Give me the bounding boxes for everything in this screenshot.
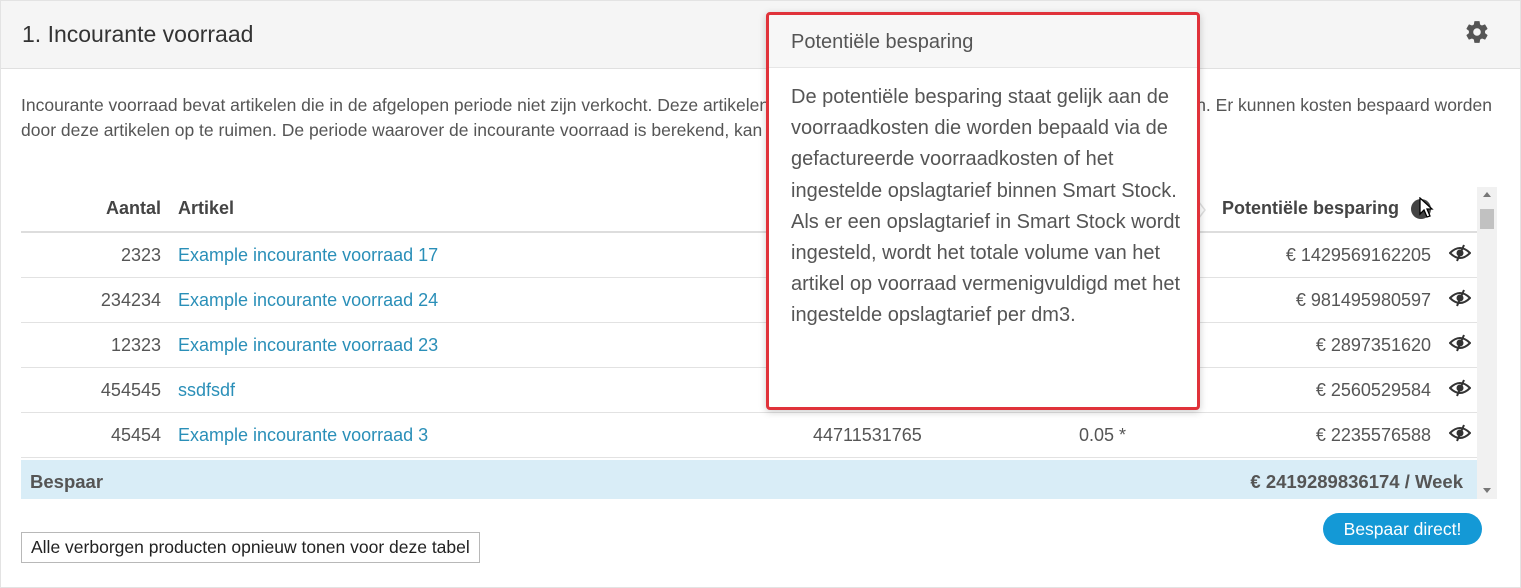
incourante-table: Aantal Artikel Potentiële besparing i 23… — [21, 187, 1497, 499]
artikel-link[interactable]: Example incourante voorraad 3 — [178, 425, 428, 446]
cell-aantal: 12323 — [110, 335, 161, 355]
hide-eye-icon[interactable] — [1449, 243, 1471, 263]
cell-aantal: 454545 — [100, 380, 161, 400]
table-row: 45454 Example incourante voorraad 3 4471… — [21, 413, 1477, 458]
cell-besparing: € 1429569162205 — [1285, 245, 1431, 265]
table-row: 454545 ssdfsdf € 2560529584 — [21, 368, 1477, 413]
table-header: Aantal Artikel Potentiële besparing i — [21, 187, 1477, 233]
cell-volume: 44711531765 — [813, 425, 922, 445]
column-header-besparing[interactable]: Potentiële besparing — [1222, 198, 1399, 219]
panel-header: 1. Incourante voorraad — [1, 1, 1520, 69]
table-row: 12323 Example incourante voorraad 23 € 2… — [21, 323, 1477, 368]
cell-besparing: € 2560529584 — [1315, 380, 1431, 400]
cell-tarief: 0.05 * — [1079, 425, 1127, 445]
table-scrollbar[interactable] — [1477, 187, 1497, 499]
artikel-link[interactable]: Example incourante voorraad 24 — [178, 290, 438, 311]
cell-besparing: € 2235576588 — [1315, 425, 1431, 445]
artikel-link[interactable]: Example incourante voorraad 17 — [178, 245, 438, 266]
incourante-voorraad-panel: 1. Incourante voorraad Incourante voorra… — [0, 0, 1521, 588]
hide-eye-icon[interactable] — [1449, 378, 1471, 398]
cell-besparing: € 981495980597 — [1295, 290, 1431, 310]
tooltip-body: De potentiële besparing staat gelijk aan… — [791, 86, 1181, 327]
show-hidden-products-button[interactable]: Alle verborgen producten opnieuw tonen v… — [21, 532, 480, 563]
artikel-link[interactable]: ssdfsdf — [178, 380, 235, 401]
mouse-cursor-icon — [1419, 197, 1434, 218]
column-header-aantal[interactable]: Aantal — [106, 198, 161, 219]
gear-icon[interactable] — [1464, 19, 1490, 45]
column-header-artikel[interactable]: Artikel — [178, 198, 234, 219]
total-label: Bespaar — [30, 471, 104, 492]
table-row: 2323 Example incourante voorraad 17 € 14… — [21, 233, 1477, 278]
scroll-down-arrow-icon[interactable] — [1483, 488, 1491, 493]
table-row: 234234 Example incourante voorraad 24 € … — [21, 278, 1477, 323]
artikel-link[interactable]: Example incourante voorraad 23 — [178, 335, 438, 356]
bespaar-direct-button[interactable]: Bespaar direct! — [1323, 513, 1482, 545]
total-row: Bespaar € 2419289836174 / Week — [21, 460, 1477, 499]
scroll-up-arrow-icon[interactable] — [1483, 192, 1491, 197]
scroll-thumb[interactable] — [1480, 209, 1494, 229]
tooltip-header: Potentiële besparing — [769, 15, 1197, 68]
total-value: € 2419289836174 / Week — [1250, 471, 1463, 492]
tooltip-title: Potentiële besparing — [791, 31, 974, 53]
cell-besparing: € 2897351620 — [1315, 335, 1431, 355]
hide-eye-icon[interactable] — [1449, 333, 1471, 353]
description-text: Incourante voorraad bevat artikelen die … — [21, 95, 1492, 140]
cell-aantal: 2323 — [120, 245, 161, 265]
hide-eye-icon[interactable] — [1449, 423, 1471, 443]
cell-aantal: 234234 — [100, 290, 161, 310]
hide-eye-icon[interactable] — [1449, 288, 1471, 308]
besparing-tooltip: Potentiële besparing De potentiële bespa… — [766, 12, 1200, 410]
cell-aantal: 45454 — [110, 425, 161, 445]
panel-title: 1. Incourante voorraad — [22, 21, 254, 47]
